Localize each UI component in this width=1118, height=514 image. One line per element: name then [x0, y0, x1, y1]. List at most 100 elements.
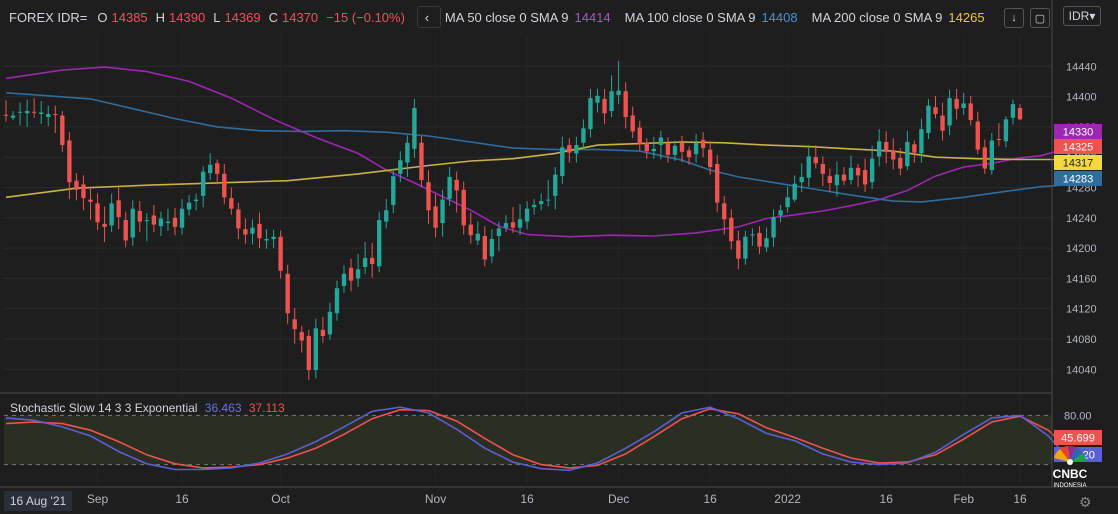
candle-body	[17, 111, 23, 113]
symbol[interactable]: FOREX IDR=	[9, 10, 87, 25]
candle-body	[517, 219, 523, 228]
candle-body	[637, 127, 642, 145]
candle-body	[229, 198, 234, 209]
ma-line	[5, 141, 1063, 199]
candle-body	[616, 90, 621, 96]
fullscreen-icon: ▢	[1034, 12, 1046, 25]
candle-body	[186, 202, 192, 210]
candle-body	[778, 210, 783, 216]
candle-body	[996, 139, 1002, 141]
x-tick-label: Dec	[608, 492, 629, 506]
chart-header: FOREX IDR= O 14385 H 14390 L 14369 C 14370 −…	[0, 0, 1052, 34]
candle-body	[651, 148, 657, 152]
y-tick-label: 14400	[1066, 92, 1097, 104]
candle-body	[693, 142, 699, 155]
price-badge-label: 14325	[1063, 142, 1094, 154]
x-tick-label: Nov	[425, 492, 446, 506]
high-value: 14390	[169, 9, 206, 25]
candle-body	[869, 158, 875, 183]
candle-body	[377, 220, 382, 267]
candle-body	[384, 210, 389, 222]
x-tick-label: 16	[880, 492, 894, 506]
stochastic-k-value: 36.463	[204, 401, 242, 415]
candle-body	[736, 240, 741, 259]
candle-body	[264, 238, 269, 241]
high-label: H	[155, 9, 166, 25]
candle-body	[560, 147, 565, 177]
date-badge: 16 Aug '21	[4, 491, 72, 511]
candle-body	[940, 115, 945, 131]
candle-body	[320, 329, 326, 336]
stoch-axis-label: 80.00	[1064, 410, 1092, 422]
candle-body	[954, 98, 959, 109]
candle-body	[588, 98, 593, 130]
candle-body	[813, 157, 818, 164]
x-tick-label: 16	[175, 492, 189, 506]
stoch-band	[4, 415, 1052, 465]
gear-icon[interactable]: ⚙	[1079, 494, 1092, 511]
download-button[interactable]: ↓	[1004, 8, 1024, 28]
candle-body	[369, 257, 375, 264]
candle-body	[151, 215, 157, 225]
candle-body	[672, 145, 678, 155]
ma100-value: 14408	[761, 9, 798, 25]
candle-body	[257, 223, 262, 239]
x-tick-label: 16	[1013, 492, 1027, 506]
ma50-label[interactable]: MA 50 close 0 SMA 9	[445, 10, 569, 25]
y-tick-label: 14240	[1066, 213, 1097, 225]
candles	[3, 60, 1023, 380]
currency-selector[interactable]: IDR ▾	[1063, 6, 1101, 26]
candle-body	[785, 197, 790, 208]
y-tick-label: 14440	[1066, 61, 1097, 73]
stochastic-label[interactable]: Stochastic Slow 14 3 3 Exponential	[10, 401, 197, 415]
low-value: 14369	[224, 9, 261, 25]
candle-body	[144, 220, 150, 222]
candle-body	[679, 142, 685, 152]
collapse-legend-button[interactable]: ‹	[416, 6, 441, 28]
candle-body	[834, 174, 840, 186]
ma-line	[5, 92, 1063, 203]
ma200-label[interactable]: MA 200 close 0 SMA 9	[812, 10, 943, 25]
candle-body	[313, 328, 319, 371]
candle-body	[806, 156, 811, 178]
candle-body	[722, 203, 727, 220]
svg-text:CNBC: CNBC	[1053, 467, 1088, 481]
x-tick-label: 16	[703, 492, 717, 506]
candle-body	[975, 121, 980, 150]
candle-body	[67, 140, 72, 183]
candle-body	[729, 217, 734, 242]
candle-body	[750, 234, 755, 236]
candle-body	[341, 273, 347, 286]
fullscreen-button[interactable]: ▢	[1030, 8, 1050, 28]
candle-body	[3, 114, 9, 116]
candle-body	[412, 107, 417, 149]
candle-body	[567, 145, 572, 153]
candle-body	[165, 221, 171, 224]
candle-body	[644, 142, 649, 152]
chart-canvas: 1404014080141201416014200142401428014320…	[0, 0, 1118, 506]
ma100-label[interactable]: MA 100 close 0 SMA 9	[625, 10, 756, 25]
candle-body	[891, 150, 896, 160]
open-label: O	[97, 9, 108, 25]
candle-body	[236, 209, 241, 229]
close-label: C	[268, 9, 278, 25]
chevron-left-icon: ‹	[424, 9, 430, 25]
candle-body	[362, 257, 368, 268]
y-tick-label: 14160	[1066, 273, 1097, 285]
low-label: L	[213, 9, 221, 25]
price-badge-label: 14283	[1063, 174, 1094, 186]
candle-body	[574, 145, 579, 154]
stochastic-legend: Stochastic Slow 14 3 3 Exponential 36.46…	[10, 401, 285, 415]
stochastic-d-value: 37.113	[248, 401, 285, 415]
candle-body	[24, 110, 30, 114]
candle-body	[179, 208, 185, 228]
candle-body	[355, 269, 361, 279]
candle-body	[31, 111, 37, 113]
candle-body	[292, 319, 297, 330]
candle-body	[468, 224, 473, 236]
candle-body	[243, 229, 248, 235]
candle-body	[193, 199, 199, 202]
candle-body	[200, 171, 206, 196]
candle-body	[405, 142, 410, 163]
x-tick-label: Feb	[953, 492, 974, 506]
